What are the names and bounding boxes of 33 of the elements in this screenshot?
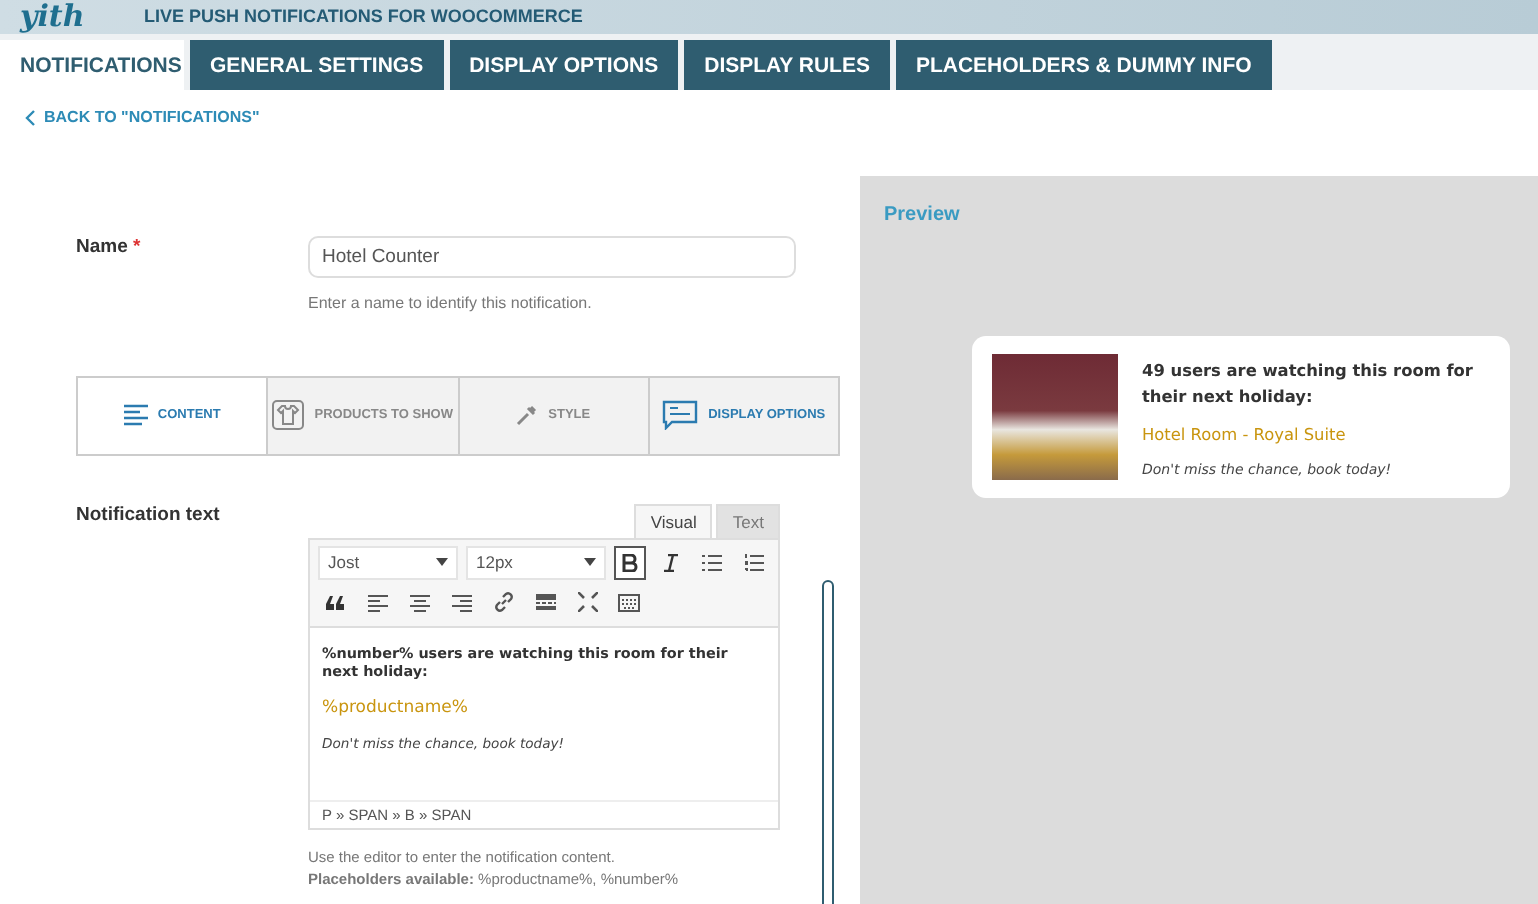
font-select[interactable]: Jost xyxy=(318,545,458,579)
bold-icon[interactable] xyxy=(613,545,647,579)
plugin-title: LIVE PUSH NOTIFICATIONS FOR WOOCOMMERCE xyxy=(144,4,583,30)
product-name: Hotel Room - Royal Suite xyxy=(1142,424,1348,444)
nav-tab[interactable]: DISPLAY RULES xyxy=(684,40,890,90)
scrollbar[interactable] xyxy=(822,580,834,904)
editor-tab[interactable]: Text xyxy=(716,503,780,537)
message-icon xyxy=(662,400,699,430)
shirt-icon xyxy=(272,400,305,430)
font-value: Jost xyxy=(328,552,360,572)
nav-tab[interactable]: GENERAL SETTINGS xyxy=(190,40,444,90)
product-name: %productname% xyxy=(322,697,470,717)
headline-text: 49 users are watching this room for their next holiday: xyxy=(1142,358,1475,410)
chevron-left-icon xyxy=(24,109,36,125)
size-value: 12px xyxy=(475,552,513,572)
nav-tab[interactable]: DISPLAY OPTIONS xyxy=(449,40,679,90)
editor-tab[interactable]: Visual xyxy=(634,503,713,537)
back-link[interactable]: BACK TO "NOTIFICATIONS" xyxy=(24,108,260,126)
required-mark: * xyxy=(133,235,141,257)
help-text: Enter a name to identify this notification. xyxy=(308,293,594,311)
name-field[interactable]: Hotel Counter xyxy=(308,235,796,277)
text-lines-icon xyxy=(123,404,148,426)
logo: yith xyxy=(17,0,87,34)
preview-title: Preview xyxy=(884,204,962,226)
field-label: Name xyxy=(76,235,130,257)
caret-icon xyxy=(435,558,448,566)
eyedropper-icon xyxy=(516,404,539,426)
photo-placeholder xyxy=(992,354,1118,480)
nav-tab[interactable]: PLACEHOLDERS & DUMMY INFO xyxy=(895,40,1272,90)
field-label: Notification text xyxy=(76,503,220,525)
nav-tab[interactable]: NOTIFICATIONS xyxy=(0,40,184,90)
size-select[interactable]: 12px xyxy=(465,545,606,579)
caret-icon xyxy=(583,558,596,566)
